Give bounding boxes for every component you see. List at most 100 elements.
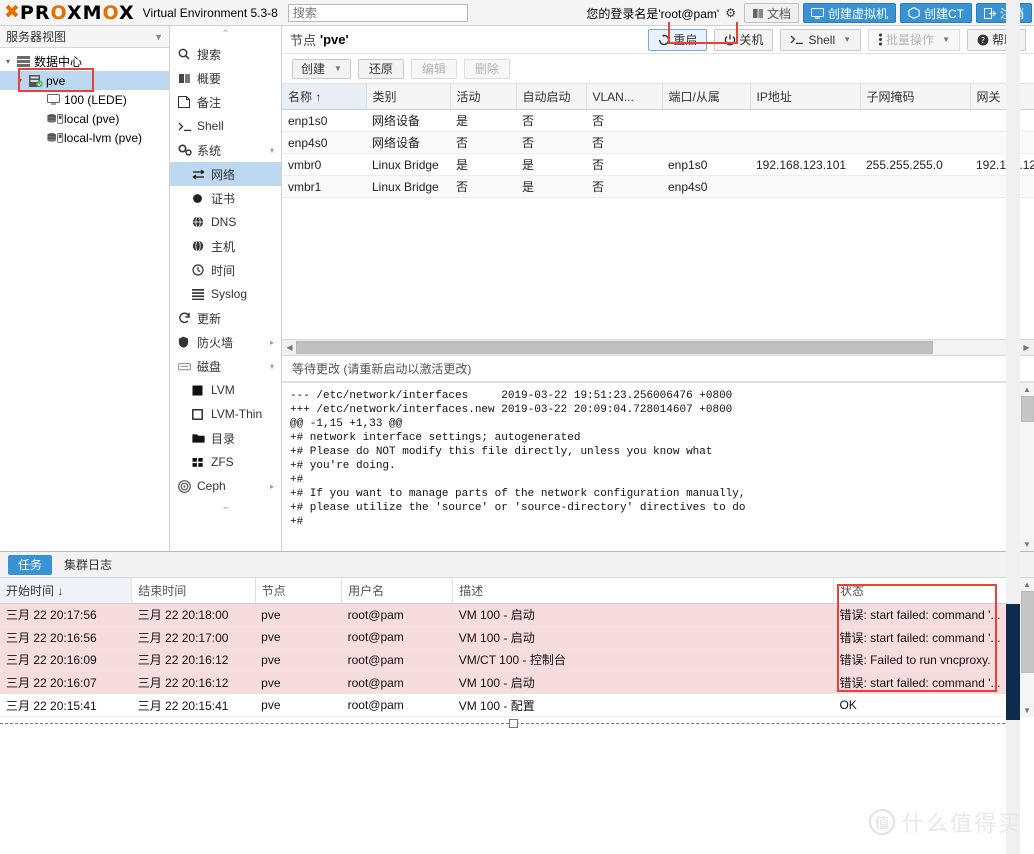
chevron-down-icon[interactable]: ▼ bbox=[154, 32, 163, 42]
vscroll-thumb[interactable] bbox=[1020, 396, 1034, 422]
task-scroll-up-icon[interactable]: ▲ bbox=[1023, 578, 1031, 591]
chevron-down-icon[interactable]: ▼ bbox=[843, 35, 851, 44]
task-col-1[interactable]: 结束时间 bbox=[131, 578, 256, 604]
browser-scrollbar-thumb[interactable] bbox=[1006, 604, 1020, 720]
bulk-actions-button[interactable]: 批量操作 ▼ bbox=[868, 28, 960, 51]
network-col-2[interactable]: 活动 bbox=[450, 84, 517, 110]
menu-item-[interactable]: 防火墙 ▸ bbox=[170, 330, 281, 354]
scroll-right-icon[interactable]: ▶ bbox=[1020, 343, 1033, 352]
menu-item-[interactable]: 时间 bbox=[170, 258, 281, 282]
menu-item-dns[interactable]: DNS bbox=[170, 210, 281, 234]
menu-item-lvm-thin[interactable]: LVM-Thin bbox=[170, 402, 281, 426]
hscroll-track[interactable] bbox=[296, 341, 1020, 354]
task-col-5[interactable]: 状态 bbox=[833, 578, 1020, 604]
scroll-left-icon[interactable]: ◀ bbox=[283, 343, 296, 352]
task-vscroll-track[interactable] bbox=[1020, 591, 1034, 704]
menu-item-lvm[interactable]: LVM bbox=[170, 378, 281, 402]
menu-item-[interactable]: 搜索 bbox=[170, 42, 281, 66]
task-row[interactable]: 三月 22 20:17:56 三月 22 20:18:00 pve root@pam V… bbox=[0, 603, 1019, 627]
tree-item-local-lvmpve[interactable]: local-lvm (pve) bbox=[0, 128, 169, 147]
menu-item-[interactable]: 主机 bbox=[170, 234, 281, 258]
task-col-3[interactable]: 用户名 bbox=[341, 578, 454, 604]
tree-expander-icon[interactable]: ▾ bbox=[6, 57, 17, 66]
network-row[interactable]: vmbr1 Linux Bridge 否是否 enp4s0 bbox=[282, 175, 1034, 198]
task-row[interactable]: 三月 22 20:15:41 三月 22 20:15:41 pve root@pam V… bbox=[0, 693, 1019, 717]
logout-button[interactable]: 注销 bbox=[975, 3, 1032, 23]
menu-expand-icon[interactable]: ▸ bbox=[270, 482, 274, 491]
menu-item-[interactable]: 系统 ▾ bbox=[170, 138, 281, 162]
menu-item-zfs[interactable]: ZFS bbox=[170, 450, 281, 474]
network-col-4[interactable]: VLAN... bbox=[586, 84, 663, 110]
task-col-2[interactable]: 节点 bbox=[255, 578, 343, 604]
tree-item-[interactable]: ▾ 数据中心 bbox=[0, 52, 169, 71]
svg-text:?: ? bbox=[981, 36, 985, 45]
network-cell-netmask bbox=[860, 109, 970, 132]
menu-item-syslog[interactable]: Syslog bbox=[170, 282, 281, 306]
browser-scrollbar-track[interactable] bbox=[1006, 0, 1020, 854]
bulk-actions-button-label: 批量操作 bbox=[886, 33, 935, 47]
menu-expand-icon[interactable]: ▾ bbox=[270, 362, 274, 371]
tree-item-pve[interactable]: ▾ pve bbox=[0, 71, 169, 90]
create-vm-button[interactable]: 创建虚拟机 bbox=[802, 3, 896, 23]
task-row[interactable]: 三月 22 20:16:09 三月 22 20:16:12 pve root@pam V… bbox=[0, 648, 1019, 672]
chevron-down-icon[interactable]: ▼ bbox=[942, 35, 950, 44]
network-row[interactable]: enp1s0 网络设备是否否 bbox=[282, 109, 1034, 132]
menu-item-[interactable]: 目录 bbox=[170, 426, 281, 450]
shutdown-button[interactable]: 关机 bbox=[714, 28, 774, 51]
task-col-0[interactable]: 开始时间 ↓ bbox=[0, 578, 133, 604]
network-col-3[interactable]: 自动启动 bbox=[516, 84, 587, 110]
network-col-1[interactable]: 类别 bbox=[366, 84, 451, 110]
tab-tasks[interactable]: 任务 bbox=[8, 554, 53, 575]
tree-expander-icon[interactable]: ▾ bbox=[18, 76, 29, 85]
task-col-4[interactable]: 描述 bbox=[452, 578, 834, 604]
task-row[interactable]: 三月 22 20:16:56 三月 22 20:17:00 pve root@pam V… bbox=[0, 626, 1019, 650]
menu-expand-icon[interactable]: ▾ bbox=[270, 146, 274, 155]
network-col-7[interactable]: 子网掩码 bbox=[860, 84, 971, 110]
scroll-down-icon[interactable]: ▼ bbox=[1023, 538, 1031, 551]
task-vscroll-thumb[interactable] bbox=[1020, 591, 1034, 673]
tree-item-localpve[interactable]: local (pve) bbox=[0, 109, 169, 128]
create-ct-button[interactable]: 创建CT bbox=[899, 3, 972, 23]
menu-item-[interactable]: 备注 bbox=[170, 90, 281, 114]
logout-icon bbox=[983, 7, 996, 19]
network-col-label: 端口/从属 bbox=[668, 90, 720, 104]
menu-expand-icon[interactable]: ▸ bbox=[270, 338, 274, 347]
splitter-handle[interactable] bbox=[509, 719, 518, 728]
gear-icon[interactable]: ⚙ bbox=[725, 6, 736, 20]
task-scroll-down-icon[interactable]: ▼ bbox=[1023, 704, 1031, 717]
menu-item-[interactable]: 磁盘 ▾ bbox=[170, 354, 281, 378]
menu-item-[interactable]: 概要 bbox=[170, 66, 281, 90]
network-col-5[interactable]: 端口/从属 bbox=[662, 84, 751, 110]
menu-scroll-up-icon[interactable]: ⌃ bbox=[170, 26, 281, 42]
diff-vscrollbar[interactable]: ▲ ▼ bbox=[1019, 383, 1034, 551]
tab-cluster-log[interactable]: 集群日志 bbox=[54, 555, 122, 575]
task-row[interactable]: 三月 22 20:16:07 三月 22 20:16:12 pve root@pam V… bbox=[0, 671, 1019, 695]
create-button[interactable]: 创建 ▼ bbox=[292, 58, 351, 79]
chevron-down-icon[interactable]: ▼ bbox=[334, 64, 342, 73]
network-col-0[interactable]: 名称 ↑ bbox=[282, 84, 367, 110]
restart-button[interactable]: 重启 bbox=[648, 28, 708, 51]
scroll-up-icon[interactable]: ▲ bbox=[1023, 383, 1031, 396]
menu-item-ceph[interactable]: Ceph ▸ bbox=[170, 474, 281, 498]
revert-button[interactable]: 还原 bbox=[357, 58, 404, 79]
vscroll-track[interactable] bbox=[1020, 396, 1034, 538]
hscroll-thumb[interactable] bbox=[296, 341, 934, 354]
network-row[interactable]: vmbr0 Linux Bridge 是是否 enp1s0 192.168.123.10… bbox=[282, 153, 1034, 176]
docs-button[interactable]: 文档 bbox=[743, 3, 799, 23]
network-empty-row bbox=[282, 218, 1034, 238]
network-row[interactable]: enp4s0 网络设备否否否 bbox=[282, 131, 1034, 154]
menu-item-[interactable]: 更新 bbox=[170, 306, 281, 330]
network-col-8[interactable]: 网关 bbox=[970, 84, 1034, 110]
menu-scroll-down-icon[interactable]: ⌄ bbox=[170, 498, 281, 514]
search-input[interactable] bbox=[287, 3, 468, 22]
shell-button[interactable]: Shell ▼ bbox=[780, 28, 862, 51]
tree-item-100lede[interactable]: 100 (LEDE) bbox=[0, 90, 169, 109]
menu-item-[interactable]: 网络 bbox=[170, 162, 281, 186]
task-col-label: 结束时间 bbox=[138, 584, 187, 598]
menu-item-shell[interactable]: Shell bbox=[170, 114, 281, 138]
task-vscrollbar[interactable]: ▲ ▼ bbox=[1019, 578, 1034, 717]
menu-item-[interactable]: 证书 bbox=[170, 186, 281, 210]
network-col-6[interactable]: IP地址 bbox=[750, 84, 861, 110]
network-grid-hscrollbar[interactable]: ◀ ▶ bbox=[282, 339, 1034, 355]
site-watermark: 值 什么值得买 bbox=[868, 806, 1022, 838]
